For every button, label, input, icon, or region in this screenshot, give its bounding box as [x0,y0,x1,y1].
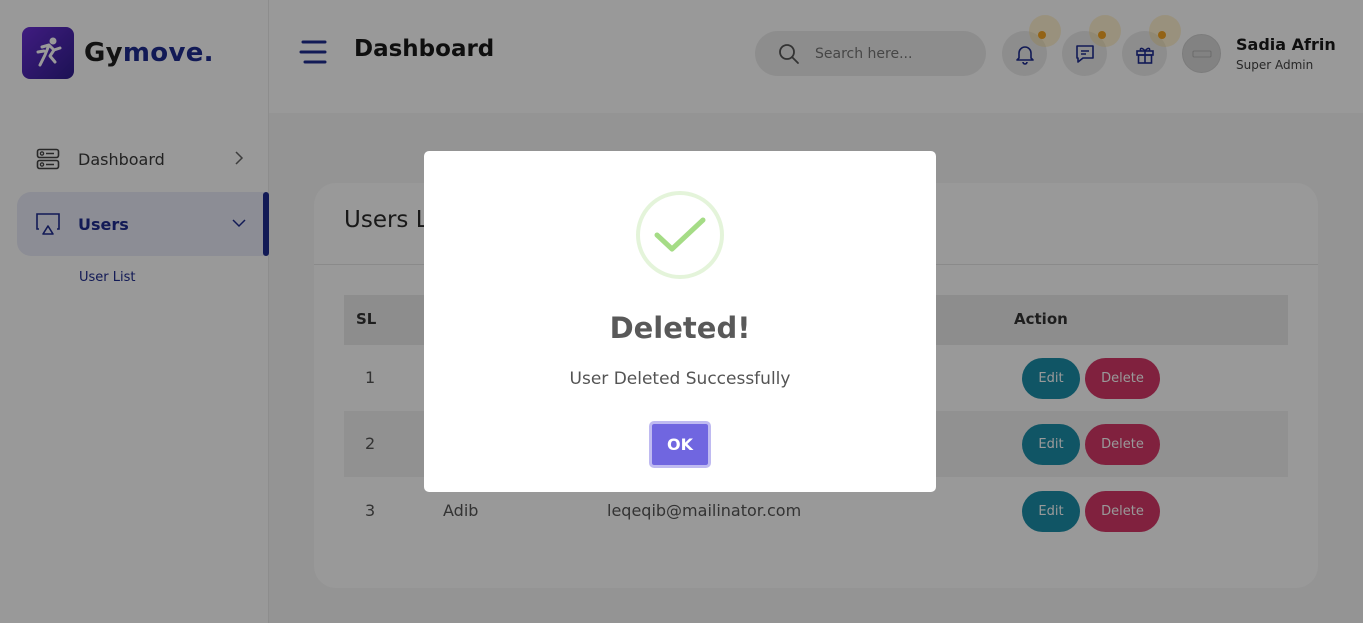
dialog-title: Deleted! [609,311,751,345]
success-check-icon [636,191,724,279]
dialog-message: User Deleted Successfully [569,369,791,389]
success-dialog: Deleted! User Deleted Successfully OK [424,151,936,492]
ok-button[interactable]: OK [649,421,711,468]
